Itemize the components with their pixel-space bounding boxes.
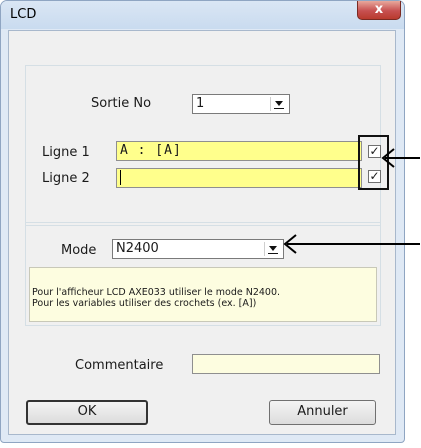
close-button[interactable]: x — [357, 1, 401, 20]
line1-input-value: A : [A] — [120, 143, 182, 158]
line2-input[interactable] — [116, 168, 362, 188]
close-icon: x — [374, 2, 384, 17]
text-cursor — [120, 170, 121, 185]
output-select[interactable]: 1 — [192, 94, 290, 114]
window-title: LCD — [10, 7, 37, 22]
cancel-button[interactable]: Annuler — [269, 400, 376, 425]
arrow-left-icon — [381, 148, 420, 168]
comment-label: Commentaire — [75, 358, 164, 373]
info-panel: Pour l'afficheur LCD AXE033 utiliser le … — [29, 267, 377, 322]
chevron-down-icon[interactable] — [270, 97, 287, 111]
output-select-value: 1 — [196, 96, 205, 111]
comment-input[interactable] — [192, 354, 380, 374]
line1-label: Ligne 1 — [42, 145, 90, 160]
mode-select[interactable]: N2400 — [112, 239, 284, 259]
chevron-down-icon[interactable] — [264, 242, 281, 256]
title-bar: LCD x — [1, 1, 404, 29]
ok-button[interactable]: OK — [26, 400, 148, 425]
line2-input-value — [120, 170, 121, 185]
info-line-2: Pour les variables utiliser des crochets… — [32, 298, 257, 309]
line2-label: Ligne 2 — [42, 171, 90, 186]
mode-select-value: N2400 — [116, 241, 159, 256]
arrow-left-icon — [283, 234, 420, 254]
mode-label: Mode — [61, 243, 97, 258]
output-label: Sortie No — [91, 96, 152, 111]
dialog-window: LCD x Sortie No 1 Ligne 1 A : [A] Ligne … — [0, 0, 405, 443]
info-line-1: Pour l'afficheur LCD AXE033 utiliser le … — [32, 287, 281, 298]
line1-input[interactable]: A : [A] — [116, 141, 362, 161]
